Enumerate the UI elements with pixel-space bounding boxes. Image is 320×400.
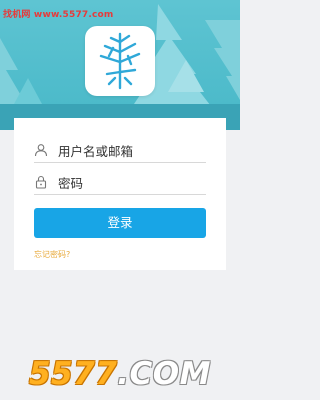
watermark-top: 找机网 www.5577.com [3, 10, 114, 20]
username-placeholder: 用户名或邮箱 [58, 144, 134, 159]
login-card: 用户名或邮箱 密码 登录 忘记密码? [14, 118, 226, 270]
watermark-domain: .COM [117, 356, 211, 392]
user-icon [34, 144, 48, 157]
lock-icon [35, 175, 47, 189]
login-button[interactable]: 登录 [34, 208, 206, 238]
password-field[interactable]: 密码 [34, 172, 206, 195]
app-logo [85, 26, 155, 96]
pine-tree-logo-icon [99, 32, 141, 90]
forgot-password-link[interactable]: 忘记密码? [34, 249, 70, 260]
watermark-number: 5577 [28, 356, 118, 392]
username-field[interactable]: 用户名或邮箱 [34, 140, 206, 163]
password-placeholder: 密码 [58, 176, 84, 191]
watermark-bottom: 5577.COM [0, 356, 240, 392]
header-banner: 找机网 www.5577.com [0, 0, 240, 130]
